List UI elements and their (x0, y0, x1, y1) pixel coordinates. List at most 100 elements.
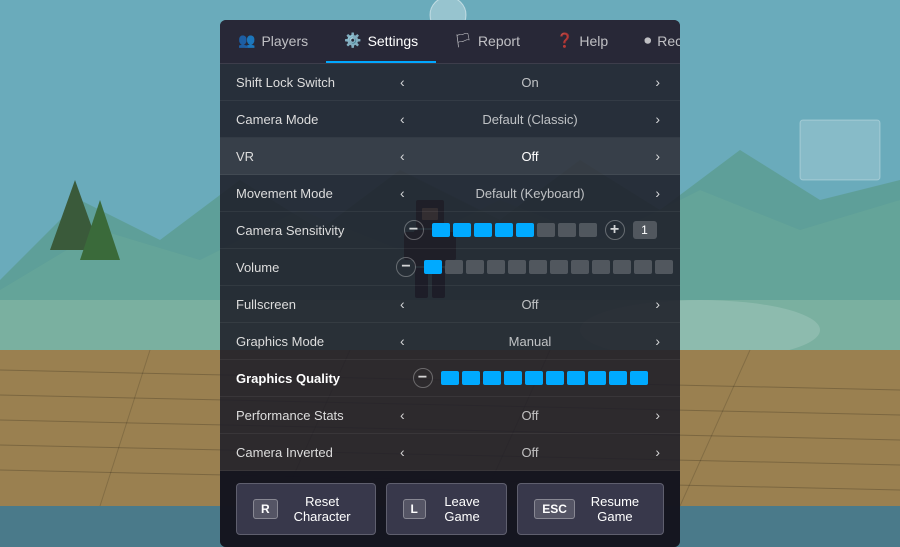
reset-character-button[interactable]: R Reset Character (236, 483, 376, 535)
tab-players-label: Players (261, 33, 308, 49)
vr-prev[interactable]: ‹ (396, 146, 409, 166)
shift-lock-next[interactable]: › (651, 72, 664, 92)
vr-next[interactable]: › (651, 146, 664, 166)
fullscreen-next[interactable]: › (651, 294, 664, 314)
performance-stats-control: ‹ Off › (396, 405, 664, 425)
tab-players[interactable]: 👥 Players (220, 20, 326, 63)
camera-inverted-next[interactable]: › (651, 442, 664, 462)
movement-mode-prev[interactable]: ‹ (396, 183, 409, 203)
camera-inverted-label: Camera Inverted (236, 445, 396, 460)
bottom-buttons: R Reset Character L Leave Game ESC Resum… (220, 471, 680, 547)
tab-report-label: Report (478, 33, 520, 49)
block-5 (516, 223, 534, 237)
fullscreen-label: Fullscreen (236, 297, 396, 312)
vol-block-5 (508, 260, 526, 274)
camera-sensitivity-minus[interactable]: − (404, 220, 424, 240)
shift-lock-value: On (417, 75, 644, 90)
vol-block-11 (634, 260, 652, 274)
setting-fullscreen: Fullscreen ‹ Off › (220, 286, 680, 323)
vol-block-10 (613, 260, 631, 274)
camera-sensitivity-label: Camera Sensitivity (236, 223, 396, 238)
performance-stats-next[interactable]: › (651, 405, 664, 425)
camera-mode-control: ‹ Default (Classic) › (396, 109, 664, 129)
fullscreen-prev[interactable]: ‹ (396, 294, 409, 314)
graphics-mode-prev[interactable]: ‹ (396, 331, 409, 351)
vol-block-7 (550, 260, 568, 274)
movement-mode-control: ‹ Default (Keyboard) › (396, 183, 664, 203)
block-6 (537, 223, 555, 237)
setting-graphics-mode: Graphics Mode ‹ Manual › (220, 323, 680, 360)
gq-block-10 (630, 371, 648, 385)
tab-report[interactable]: 🏳 Report (436, 20, 538, 63)
tab-settings-label: Settings (368, 33, 419, 49)
resume-key: ESC (534, 499, 575, 519)
report-icon: 🏳 (454, 32, 472, 49)
block-2 (453, 223, 471, 237)
settings-panel: 👥 Players ⚙️ Settings 🏳 Report ❓ Help ⏺ … (220, 20, 680, 547)
settings-icon: ⚙️ (344, 32, 361, 49)
vol-block-4 (487, 260, 505, 274)
camera-sensitivity-badge: 1 (633, 221, 657, 239)
resume-game-button[interactable]: ESC Resume Game (517, 483, 664, 535)
leave-game-button[interactable]: L Leave Game (386, 483, 508, 535)
graphics-mode-control: ‹ Manual › (396, 331, 664, 351)
graphics-mode-next[interactable]: › (651, 331, 664, 351)
camera-inverted-prev[interactable]: ‹ (396, 442, 409, 462)
tab-settings[interactable]: ⚙️ Settings (326, 20, 436, 63)
gq-block-2 (462, 371, 480, 385)
movement-mode-next[interactable]: › (651, 183, 664, 203)
graphics-quality-slider[interactable] (441, 371, 648, 385)
tab-record[interactable]: ⏺ Record (626, 20, 680, 63)
performance-stats-value: Off (417, 408, 644, 423)
camera-inverted-control: ‹ Off › (396, 442, 664, 462)
gq-block-9 (609, 371, 627, 385)
block-8 (579, 223, 597, 237)
tab-help-label: Help (579, 33, 608, 49)
vol-block-1 (424, 260, 442, 274)
camera-mode-next[interactable]: › (651, 109, 664, 129)
setting-vr: VR ‹ Off › (220, 138, 680, 175)
camera-mode-label: Camera Mode (236, 112, 396, 127)
vol-block-9 (592, 260, 610, 274)
movement-mode-label: Movement Mode (236, 186, 396, 201)
vol-block-3 (466, 260, 484, 274)
players-icon: 👥 (238, 32, 255, 49)
vr-value: Off (417, 149, 644, 164)
movement-mode-value: Default (Keyboard) (417, 186, 644, 201)
volume-slider[interactable] (424, 260, 673, 274)
help-icon: ❓ (556, 32, 573, 49)
vol-block-6 (529, 260, 547, 274)
graphics-quality-minus[interactable]: − (413, 368, 433, 388)
shift-lock-control: ‹ On › (396, 72, 664, 92)
camera-inverted-value: Off (417, 445, 644, 460)
shift-lock-label: Shift Lock Switch (236, 75, 396, 90)
block-4 (495, 223, 513, 237)
camera-mode-prev[interactable]: ‹ (396, 109, 409, 129)
camera-sensitivity-control: − + 1 (396, 220, 664, 240)
setting-performance-stats: Performance Stats ‹ Off › (220, 397, 680, 434)
tabs-container: 👥 Players ⚙️ Settings 🏳 Report ❓ Help ⏺ … (220, 20, 680, 64)
camera-sensitivity-slider[interactable] (432, 223, 597, 237)
gq-block-5 (525, 371, 543, 385)
setting-volume: Volume − (220, 249, 680, 286)
gq-block-4 (504, 371, 522, 385)
shift-lock-prev[interactable]: ‹ (396, 72, 409, 92)
gq-block-7 (567, 371, 585, 385)
block-7 (558, 223, 576, 237)
panel-overlay: 👥 Players ⚙️ Settings 🏳 Report ❓ Help ⏺ … (0, 0, 900, 506)
tab-help[interactable]: ❓ Help (538, 20, 626, 63)
performance-stats-label: Performance Stats (236, 408, 396, 423)
tab-record-label: Record (657, 33, 680, 49)
gq-block-6 (546, 371, 564, 385)
graphics-mode-label: Graphics Mode (236, 334, 396, 349)
settings-body: Shift Lock Switch ‹ On › Camera Mode ‹ D… (220, 64, 680, 471)
camera-mode-value: Default (Classic) (417, 112, 644, 127)
reset-key: R (253, 499, 278, 519)
performance-stats-prev[interactable]: ‹ (396, 405, 409, 425)
record-icon: ⏺ (644, 32, 651, 49)
volume-minus[interactable]: − (396, 257, 416, 277)
setting-camera-mode: Camera Mode ‹ Default (Classic) › (220, 101, 680, 138)
camera-sensitivity-plus[interactable]: + (605, 220, 625, 240)
block-3 (474, 223, 492, 237)
block-1 (432, 223, 450, 237)
